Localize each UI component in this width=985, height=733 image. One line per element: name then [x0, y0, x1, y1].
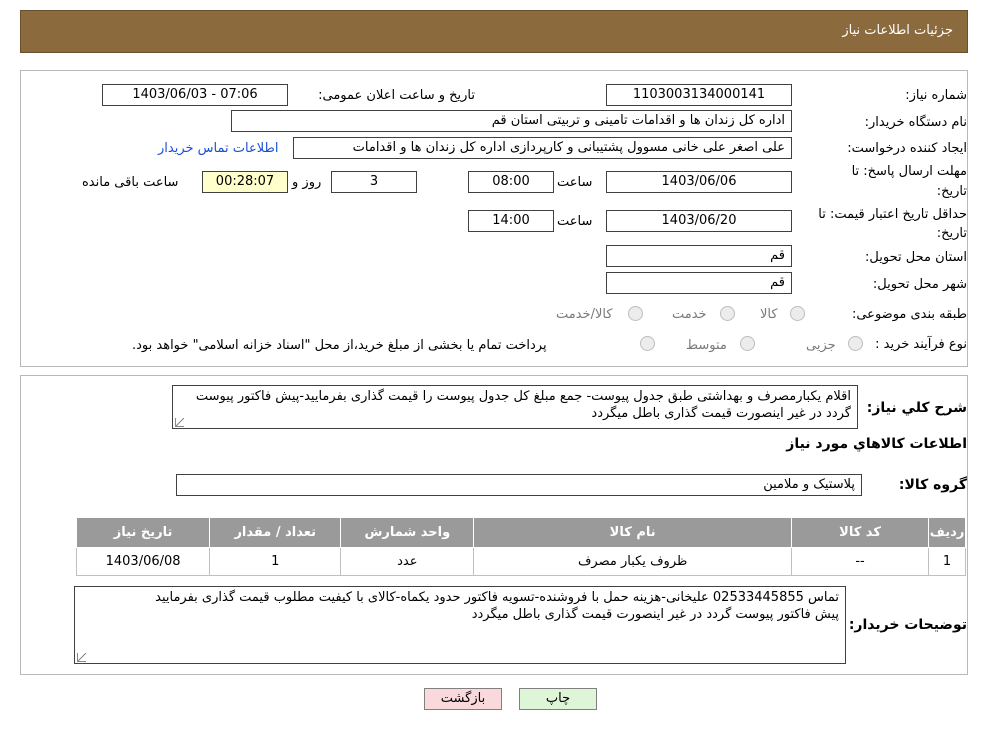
- goods-table-header: ردیف کد کالا نام کالا واحد شمارش تعداد /…: [75, 517, 966, 548]
- city-label: شهر محل تحویل:: [872, 277, 967, 292]
- province-field: قم: [606, 245, 792, 267]
- buyer-notes-line-2: پیش فاکتور پیوست گردد در غیر اینصورت قیم…: [471, 607, 839, 622]
- cell-quantity: 1: [209, 547, 342, 576]
- category-option-goods-service: کالا/خدمت: [556, 307, 613, 322]
- cell-name: ظروف یکبار مصرف: [473, 547, 792, 576]
- page-title: جزئیات اطلاعات نیاز: [842, 23, 953, 38]
- col-unit: واحد شمارش: [340, 517, 475, 548]
- time-remaining-label: ساعت باقی مانده: [82, 175, 179, 190]
- summary-label: شرح کلي نياز:: [866, 400, 967, 416]
- col-row: ردیف: [928, 517, 966, 548]
- buyer-field: اداره کل زندان ها و اقدامات تامینی و ترب…: [231, 110, 792, 132]
- creator-field: علی اصغر علی خانی مسوول پشتیبانی و کارپر…: [293, 137, 792, 159]
- col-code: کد کالا: [790, 517, 930, 548]
- deadline-date-field: 1403/06/06: [606, 171, 792, 193]
- category-radio-goods[interactable]: [790, 306, 805, 321]
- days-remaining-field: 3: [331, 171, 417, 193]
- buyer-label: نام دستگاه خریدار:: [864, 115, 967, 130]
- goods-group-field: پلاستیک و ملامین: [176, 474, 862, 496]
- goods-table: ردیف کد کالا نام کالا واحد شمارش تعداد /…: [75, 517, 966, 576]
- category-option-service: خدمت: [672, 307, 707, 322]
- validity-label-date: تاریخ:: [936, 226, 967, 241]
- process-radio-medium[interactable]: [740, 336, 755, 351]
- buyer-notes-label: توضیحات خریدار:: [848, 617, 967, 633]
- validity-time-field: 14:00: [468, 210, 554, 232]
- table-row: 1 -- ظروف یکبار مصرف عدد 1 1403/06/08: [75, 547, 966, 576]
- need-number-field: 1103003134000141: [606, 84, 792, 106]
- deadline-time-field: 08:00: [468, 171, 554, 193]
- cell-unit: عدد: [340, 547, 475, 576]
- deadline-label-date: تاریخ:: [936, 184, 967, 199]
- announce-label: تاریخ و ساعت اعلان عمومی:: [318, 88, 475, 103]
- announce-datetime-field: 1403/06/03 - 07:06: [102, 84, 288, 106]
- buyer-contact-link[interactable]: اطلاعات تماس خریدار: [158, 141, 278, 156]
- time-remaining-field: 00:28:07: [202, 171, 288, 193]
- validity-time-label: ساعت: [557, 214, 593, 229]
- category-label: طبقه بندی موضوعی:: [851, 307, 967, 322]
- deadline-time-label: ساعت: [557, 175, 593, 190]
- process-treasury-checkbox[interactable]: [640, 336, 655, 351]
- creator-label: ایجاد کننده درخواست:: [847, 141, 967, 156]
- back-button[interactable]: بازگشت: [424, 688, 502, 710]
- buyer-notes-textarea[interactable]: تماس 02533445855 علیخانی-هزینه حمل با فر…: [74, 586, 846, 664]
- process-option-minor: جزیی: [806, 338, 836, 353]
- cell-code: --: [790, 547, 930, 576]
- deadline-label: مهلت ارسال پاسخ: تا: [851, 164, 967, 179]
- summary-text: اقلام یکبارمصرف و بهداشتی طبق جدول پیوست…: [195, 389, 851, 421]
- col-need-date: تاریخ نیاز: [75, 517, 211, 548]
- col-name: نام کالا: [473, 517, 792, 548]
- cell-row: 1: [928, 547, 966, 576]
- category-radio-service[interactable]: [720, 306, 735, 321]
- city-field: قم: [606, 272, 792, 294]
- validity-date-field: 1403/06/20: [606, 210, 792, 232]
- process-radio-minor[interactable]: [848, 336, 863, 351]
- process-label: نوع فرآیند خرید :: [875, 337, 967, 352]
- resize-handle-icon[interactable]: [175, 418, 184, 427]
- need-number-label: شماره نیاز:: [905, 88, 967, 103]
- process-treasury-note: پرداخت تمام یا بخشی از مبلغ خرید،از محل …: [132, 338, 547, 353]
- buyer-notes-line-1: تماس 02533445855 علیخانی-هزینه حمل با فر…: [155, 590, 839, 605]
- print-button[interactable]: چاپ: [519, 688, 597, 710]
- category-option-goods: کالا: [760, 307, 778, 322]
- days-label: روز و: [292, 175, 322, 190]
- page-header: جزئیات اطلاعات نیاز: [20, 10, 968, 53]
- process-option-medium: متوسط: [686, 338, 727, 353]
- goods-info-title: اطلاعات کالاهاي مورد نياز: [786, 436, 967, 452]
- province-label: استان محل تحویل:: [865, 250, 967, 265]
- resize-handle-icon[interactable]: [77, 653, 86, 662]
- validity-label: حداقل تاریخ اعتبار قیمت: تا: [818, 207, 967, 222]
- goods-group-label: گروه کالا:: [898, 477, 967, 493]
- cell-need-date: 1403/06/08: [75, 547, 211, 576]
- category-radio-goods-service[interactable]: [628, 306, 643, 321]
- summary-textarea[interactable]: اقلام یکبارمصرف و بهداشتی طبق جدول پیوست…: [172, 385, 858, 429]
- col-quantity: تعداد / مقدار: [209, 517, 342, 548]
